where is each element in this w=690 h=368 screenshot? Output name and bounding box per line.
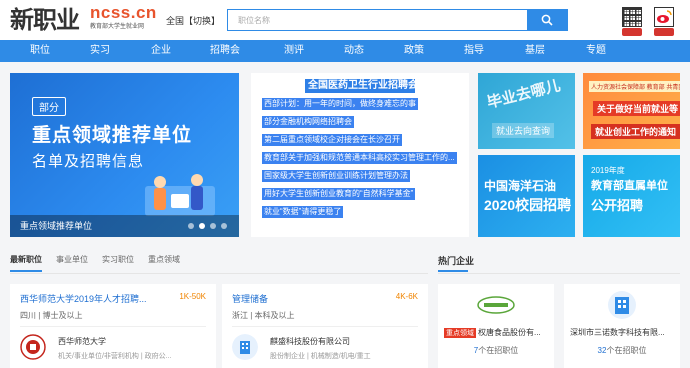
weibo-icon[interactable] — [654, 7, 674, 27]
tab-public-institutions[interactable]: 事业单位 — [56, 254, 88, 265]
search-input[interactable] — [228, 10, 528, 30]
news-item[interactable]: 第二届重点领域校企对接会在长沙召开 — [262, 134, 402, 146]
banner-slider[interactable]: 部分 重点领域推荐单位 名单及招聘信息 重点领域推荐单位 — [10, 73, 239, 237]
tile-issuers: 人力资源社会保障部 教育部 共青团中央 全国工商联 — [589, 81, 680, 92]
tile-title: 中国海洋石油 — [484, 179, 557, 193]
main-nav: 职位 实习 企业 招聘会 测评 动态 政策 指导 基层 专题 — [0, 40, 690, 62]
tab-key-fields[interactable]: 重点领域 — [148, 254, 180, 265]
nav-item-internship[interactable]: 实习 — [90, 40, 110, 62]
job-meta: 四川 | 博士及以上 — [20, 311, 83, 320]
search-box — [227, 9, 568, 31]
search-button[interactable] — [527, 9, 567, 31]
tile-title: 关于做好当前就业等 — [593, 101, 680, 116]
divider — [232, 326, 418, 327]
open-positions: 32个在招职位 — [564, 345, 680, 356]
hot-company-card[interactable]: 重点领域 权唐食品股份有... 7个在招职位 — [438, 284, 554, 368]
tile-title: 教育部直属单位 — [591, 180, 668, 192]
news-panel: 全国医药卫生行业招聘会 西部计划：用一年的时间，做终身难忘的事 部分金融机构网络… — [251, 73, 469, 237]
hot-company-name-row: 重点领域 权唐食品股份有... — [444, 327, 550, 338]
divider — [438, 273, 680, 274]
slider-dot[interactable] — [188, 223, 194, 229]
logo-chinese: 新职业 — [10, 5, 80, 34]
active-tab-indicator — [10, 270, 42, 272]
food-company-logo-icon — [477, 296, 515, 314]
tile-title: 毕业去哪儿 — [485, 77, 563, 112]
company-category: 股份制企业 | 机械制造/机电/重工 — [270, 353, 371, 360]
site-logo[interactable]: 新职业 ncss.cn 教育部大学生就业网 — [10, 4, 160, 36]
promo-tile-employment-notice[interactable]: 人力资源社会保障部 教育部 共青团中央 全国工商联 关于做好当前就业等 就业创业… — [583, 73, 680, 149]
hot-title-indicator — [438, 270, 468, 272]
job-card[interactable]: 管理储备 4K-6K 浙江 | 本科及以上 麒盛科技股份有限公司 股份制企业 |… — [222, 284, 428, 368]
nav-item-assessment[interactable]: 测评 — [284, 40, 304, 62]
wechat-qr-icon[interactable] — [622, 7, 642, 27]
nav-item-jobs[interactable]: 职位 — [30, 40, 50, 62]
key-field-badge: 重点领域 — [444, 328, 476, 338]
tab-internships[interactable]: 实习职位 — [102, 254, 134, 265]
slider-dot[interactable] — [210, 223, 216, 229]
nav-item-news[interactable]: 动态 — [344, 40, 364, 62]
news-item[interactable]: 教育部关于加强和规范普通本科高校实习管理工作的... — [262, 152, 457, 164]
nav-item-topics[interactable]: 专题 — [586, 40, 606, 62]
nav-item-companies[interactable]: 企业 — [151, 40, 171, 62]
wechat-label-icon — [622, 28, 642, 36]
news-item[interactable]: 部分金融机构网络招聘会 — [262, 116, 354, 128]
tile-subtitle: 就业去向查询 — [492, 123, 555, 138]
company-name[interactable]: 西华师范大学 — [58, 336, 106, 347]
company-building-icon — [232, 334, 258, 360]
hot-company-card[interactable]: 深圳市三诺数字科技有限... 32个在招职位 — [564, 284, 680, 368]
weibo-label-icon — [654, 28, 674, 36]
nav-item-guidance[interactable]: 指导 — [464, 40, 484, 62]
news-item[interactable]: 国家级大学生创新创业训练计划管理办法 — [262, 170, 410, 182]
divider — [10, 273, 428, 274]
company-category: 机关/事业单位/非营利机构 | 政府公... — [58, 353, 172, 360]
nav-item-grassroots[interactable]: 基层 — [525, 40, 545, 62]
hot-company-name-row: 深圳市三诺数字科技有限... — [570, 327, 676, 338]
slide-subtitle: 名单及招聘信息 — [32, 153, 145, 170]
logo-domain: ncss.cn — [90, 3, 157, 22]
slider-dot[interactable] — [221, 223, 227, 229]
company-name[interactable]: 麒盛科技股份有限公司 — [270, 336, 350, 347]
nav-item-job-fairs[interactable]: 招聘会 — [210, 40, 240, 62]
region-switch[interactable]: 全国【切换】 — [166, 14, 220, 27]
job-title[interactable]: 管理储备 — [232, 292, 362, 305]
open-positions-label: 个在招职位 — [606, 346, 647, 355]
tile-year: 2019年度 — [591, 166, 625, 175]
tile-subtitle: 公开招聘 — [591, 198, 644, 213]
promo-tile-cnooc-campus[interactable]: 中国海洋石油 2020校园招聘 — [478, 155, 575, 237]
divider — [20, 326, 206, 327]
university-logo-icon — [20, 334, 46, 360]
hot-companies-title: 热门企业 — [438, 256, 475, 266]
news-headline[interactable]: 全国医药卫生行业招聘会 — [305, 79, 418, 93]
slider-dots — [188, 223, 227, 229]
company-name[interactable]: 权唐食品股份有... — [478, 328, 541, 337]
header: 新职业 ncss.cn 教育部大学生就业网 全国【切换】 — [0, 0, 690, 40]
tile-subtitle: 2020校园招聘 — [484, 197, 572, 213]
company-name[interactable]: 深圳市三诺数字科技有限... — [570, 328, 665, 337]
job-salary: 4K-6K — [395, 292, 418, 301]
company-building-icon — [608, 291, 636, 319]
job-card[interactable]: 西华师范大学2019年人才招聘... 1K-50K 四川 | 博士及以上 西华师… — [10, 284, 216, 368]
news-item[interactable]: 就业“数据”请得更稳了 — [262, 206, 344, 218]
news-item[interactable]: 西部计划：用一年的时间，做终身难忘的事 — [262, 98, 418, 110]
slide-tag: 部分 — [32, 97, 66, 116]
listing-section: 最新职位 事业单位 实习职位 重点领域 热门企业 西华师范大学2019年人才招聘… — [0, 248, 690, 368]
job-meta: 浙江 | 本科及以上 — [232, 311, 295, 320]
open-positions-label: 个在招职位 — [478, 346, 519, 355]
slider-dot[interactable] — [199, 223, 205, 229]
promo-tile-graduate-destination[interactable]: 毕业去哪儿 就业去向查询 — [478, 73, 575, 149]
search-icon — [541, 14, 553, 26]
job-salary: 1K-50K — [179, 292, 206, 301]
nav-item-policy[interactable]: 政策 — [404, 40, 424, 62]
tab-latest-jobs[interactable]: 最新职位 — [10, 254, 42, 265]
news-item[interactable]: 用好大学生创新创业教育的“自然科学基金” — [262, 188, 416, 200]
open-positions: 7个在招职位 — [438, 345, 554, 356]
tile-subtitle: 就业创业工作的通知 — [591, 124, 680, 139]
page: 新职业 ncss.cn 教育部大学生就业网 全国【切换】 职位 实习 — [0, 0, 690, 368]
logo-subtitle: 教育部大学生就业网 — [90, 24, 145, 30]
job-title[interactable]: 西华师范大学2019年人才招聘... — [20, 292, 150, 305]
promo-tile-moe-recruitment[interactable]: 2019年度 教育部直属单位 公开招聘 — [583, 155, 680, 237]
slide-title: 重点领域推荐单位 — [32, 125, 193, 146]
